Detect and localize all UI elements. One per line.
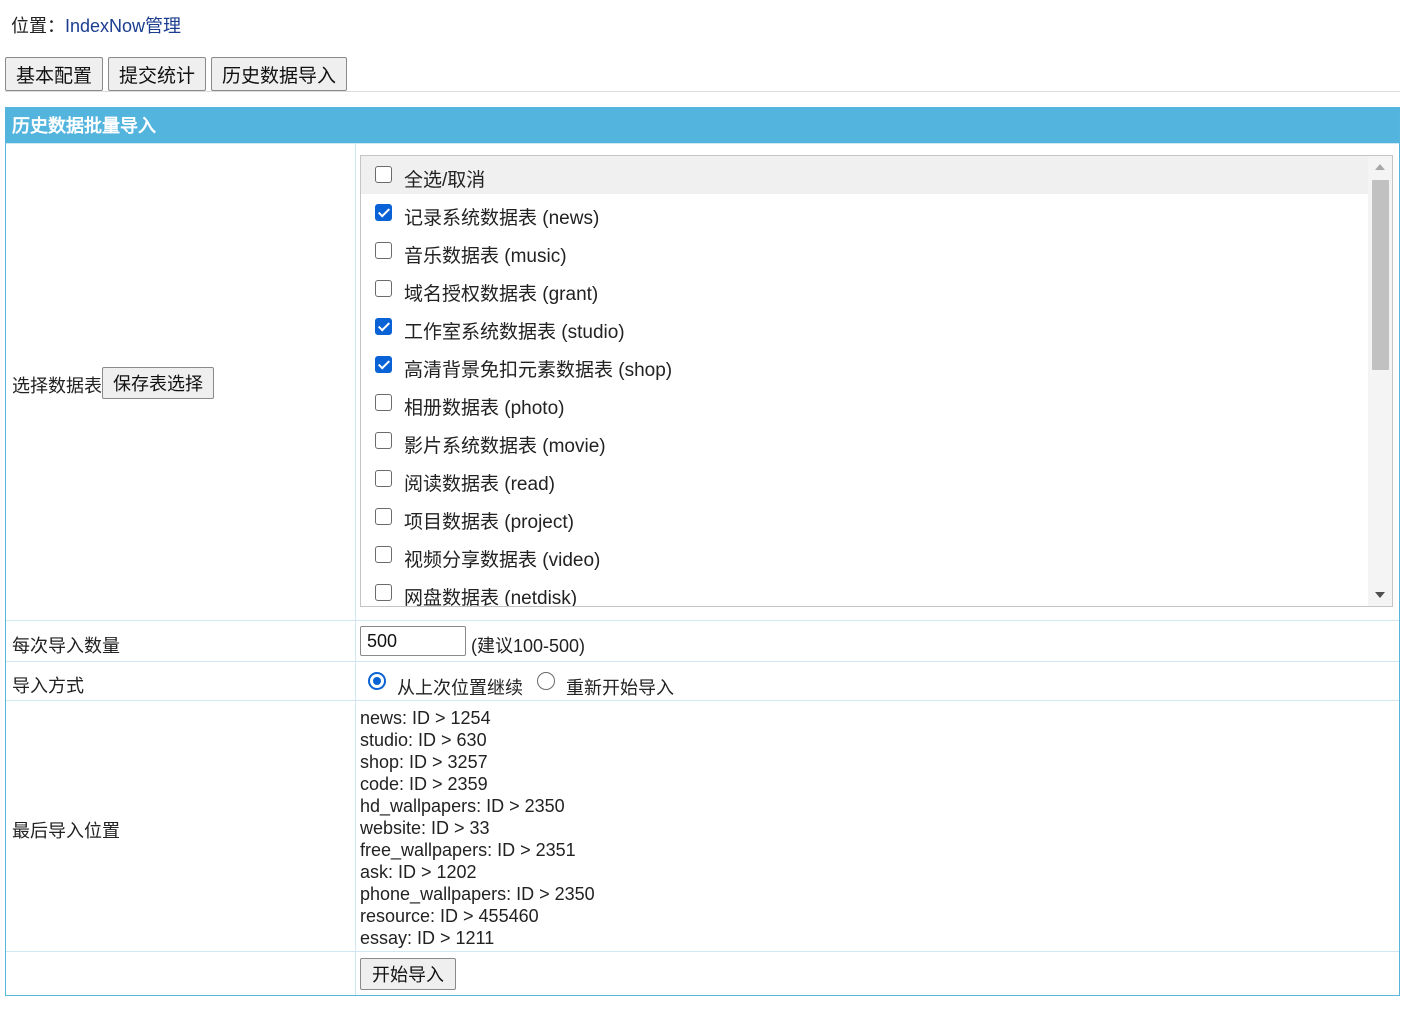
table-list-item[interactable]: 阅读数据表 (read): [361, 460, 1368, 498]
table-label[interactable]: 工作室系统数据表 (studio): [404, 317, 625, 344]
table-list-item[interactable]: 域名授权数据表 (grant): [361, 270, 1368, 308]
batch-size-input[interactable]: [360, 626, 466, 656]
table-list-item[interactable]: 影片系统数据表 (movie): [361, 422, 1368, 460]
scroll-thumb[interactable]: [1372, 180, 1389, 370]
start-content: 开始导入: [360, 952, 1399, 995]
import-mode-content: 从上次位置继续 重新开始导入: [360, 662, 1399, 700]
tab-basic-config[interactable]: 基本配置: [5, 57, 104, 91]
last-position-line: resource: ID > 455460: [360, 906, 539, 926]
panel-title: 历史数据批量导入: [6, 108, 1399, 143]
batch-size-label: 每次导入数量: [12, 636, 120, 656]
last-position-line: free_wallpapers: ID > 2351: [360, 840, 576, 860]
table-checkbox[interactable]: [375, 432, 392, 449]
row-last-position: 最后导入位置 news: ID > 1254 studio: ID > 630 sh…: [6, 700, 1399, 951]
table-list-item[interactable]: 视频分享数据表 (video): [361, 536, 1368, 574]
last-position-line: shop: ID > 3257: [360, 752, 488, 772]
table-label[interactable]: 视频分享数据表 (video): [404, 545, 600, 572]
table-list-item[interactable]: 工作室系统数据表 (studio): [361, 308, 1368, 346]
column-divider: [355, 144, 356, 620]
batch-size-content: (建议100-500): [360, 621, 1399, 661]
table-label[interactable]: 项目数据表 (project): [404, 507, 574, 534]
table-checkbox[interactable]: [375, 280, 392, 297]
last-position-line: essay: ID > 1211: [360, 928, 495, 948]
table-label[interactable]: 相册数据表 (photo): [404, 393, 564, 420]
last-position-list: news: ID > 1254 studio: ID > 630 shop: ID …: [360, 707, 595, 949]
last-position-line: studio: ID > 630: [360, 730, 487, 750]
table-list-item[interactable]: 记录系统数据表 (news): [361, 194, 1368, 232]
column-divider: [355, 662, 356, 700]
table-list-item[interactable]: 相册数据表 (photo): [361, 384, 1368, 422]
row-start: 开始导入: [6, 951, 1399, 995]
row-batch-size: 每次导入数量 (建议100-500): [6, 620, 1399, 661]
breadcrumb-current-link[interactable]: IndexNow管理: [65, 16, 181, 36]
table-checkbox[interactable]: [375, 508, 392, 525]
table-list-item[interactable]: 高清背景免扣元素数据表 (shop): [361, 346, 1368, 384]
select-all-item[interactable]: 全选/取消: [361, 156, 1368, 194]
tab-history-import[interactable]: 历史数据导入: [211, 57, 348, 91]
scroll-down-icon[interactable]: [1375, 592, 1385, 598]
row-select-tables: 选择数据表 保存表选择 全选/取消记录系统数据表 (news) 音乐数据表 (mu…: [6, 143, 1399, 620]
table-label[interactable]: 影片系统数据表 (movie): [404, 431, 606, 458]
table-label[interactable]: 网盘数据表 (netdisk): [404, 583, 577, 606]
tab-submit-stats[interactable]: 提交统计: [108, 57, 207, 91]
select-tables-content: 全选/取消记录系统数据表 (news) 音乐数据表 (music) 域名授权数据表 …: [360, 144, 1399, 620]
table-list-item[interactable]: 项目数据表 (project): [361, 498, 1368, 536]
table-label[interactable]: 域名授权数据表 (grant): [404, 279, 598, 306]
table-listbox[interactable]: 全选/取消记录系统数据表 (news) 音乐数据表 (music) 域名授权数据表 …: [360, 155, 1393, 607]
table-checkbox[interactable]: [375, 204, 392, 221]
scroll-up-icon[interactable]: [1375, 164, 1385, 170]
table-checkbox[interactable]: [375, 242, 392, 259]
table-checkbox[interactable]: [375, 546, 392, 563]
radio-restart-label[interactable]: 重新开始导入: [566, 674, 674, 700]
start-import-button[interactable]: 开始导入: [360, 958, 456, 990]
tab-bar: 基本配置 提交统计 历史数据导入: [5, 57, 348, 91]
column-divider: [355, 701, 356, 951]
table-checkbox[interactable]: [375, 470, 392, 487]
breadcrumb-prefix: 位置：: [11, 16, 65, 36]
select-tables-label: 选择数据表: [12, 376, 102, 396]
table-checkbox[interactable]: [375, 318, 392, 335]
last-position-label: 最后导入位置: [12, 821, 120, 841]
column-divider: [355, 621, 356, 661]
import-mode-label: 导入方式: [12, 676, 84, 696]
last-position-line: ask: ID > 1202: [360, 862, 477, 882]
last-position-line: news: ID > 1254: [360, 708, 491, 728]
save-table-selection-button[interactable]: 保存表选择: [102, 367, 214, 399]
breadcrumb: 位置：IndexNow管理: [11, 12, 181, 38]
radio-restart[interactable]: [537, 672, 555, 690]
last-position-content: news: ID > 1254 studio: ID > 630 shop: ID …: [360, 701, 1399, 951]
table-label[interactable]: 阅读数据表 (read): [404, 469, 555, 496]
last-position-line: code: ID > 2359: [360, 774, 488, 794]
radio-continue[interactable]: [368, 672, 386, 690]
table-checkbox[interactable]: [375, 356, 392, 373]
tabs-divider: [5, 91, 1400, 92]
table-label[interactable]: 记录系统数据表 (news): [404, 203, 599, 230]
import-panel: 历史数据批量导入 选择数据表 保存表选择 全选/取消记录系统数据表 (news)…: [5, 107, 1400, 996]
table-checkbox[interactable]: [375, 394, 392, 411]
table-label[interactable]: 高清背景免扣元素数据表 (shop): [404, 355, 672, 382]
listbox-scrollbar[interactable]: [1368, 156, 1392, 606]
last-position-line: hd_wallpapers: ID > 2350: [360, 796, 565, 816]
table-checkbox[interactable]: [375, 584, 392, 601]
last-position-line: phone_wallpapers: ID > 2350: [360, 884, 595, 904]
row-import-mode: 导入方式 从上次位置继续 重新开始导入: [6, 661, 1399, 700]
table-label[interactable]: 音乐数据表 (music): [404, 241, 567, 268]
table-list-item[interactable]: 音乐数据表 (music): [361, 232, 1368, 270]
select-all-label[interactable]: 全选/取消: [404, 165, 485, 192]
column-divider: [355, 952, 356, 995]
last-position-line: website: ID > 33: [360, 818, 490, 838]
table-list-item[interactable]: 网盘数据表 (netdisk): [361, 574, 1368, 606]
batch-size-hint: (建议100-500): [471, 636, 586, 656]
radio-continue-label[interactable]: 从上次位置继续: [397, 674, 523, 700]
select-all-checkbox[interactable]: [375, 166, 392, 183]
